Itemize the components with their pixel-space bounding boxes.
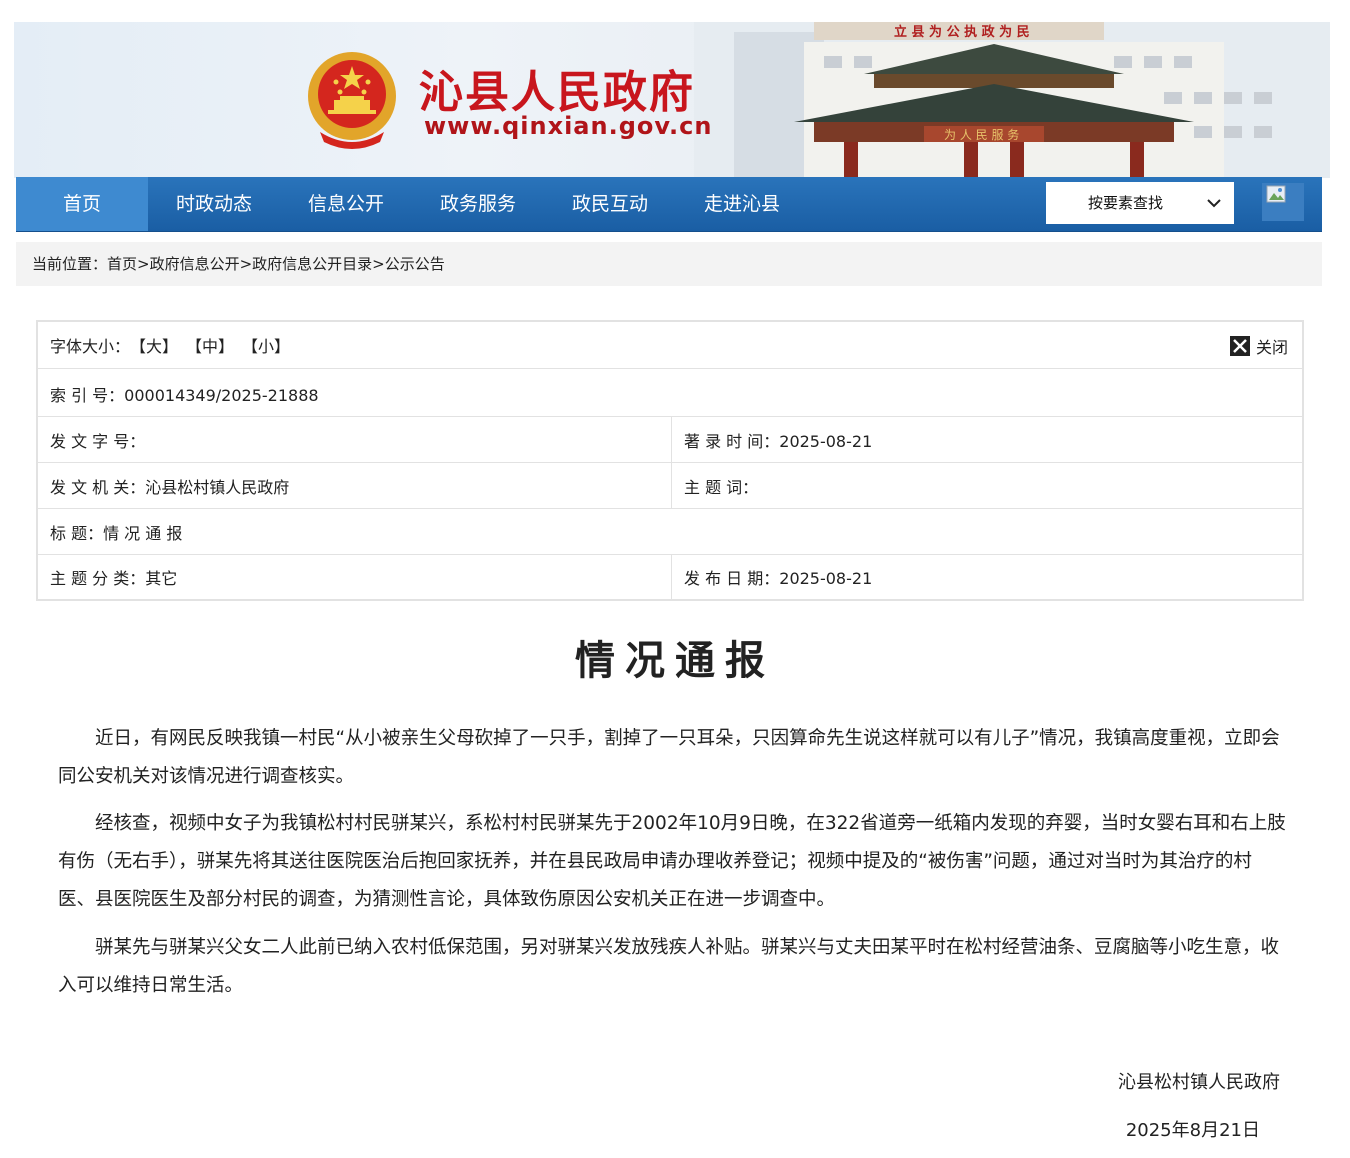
record-time: 著 录 时 间：2025-08-21 (671, 417, 1302, 462)
document-number: 发 文 字 号： (50, 431, 146, 451)
site-banner: 立 县 为 公 执 政 为 民 为 人 民 服 务 沁县人民政府 www.qin… (14, 22, 1330, 178)
search-type-select[interactable]: 按要素查找 (1046, 182, 1234, 224)
publish-date: 发 布 日 期：2025-08-21 (671, 555, 1302, 599)
government-building-image: 立 县 为 公 执 政 为 民 为 人 民 服 务 (694, 22, 1330, 178)
close-button[interactable]: 关闭 (1229, 334, 1288, 358)
nav-item-interaction[interactable]: 政民互动 (544, 177, 676, 231)
search-button[interactable] (1262, 183, 1304, 221)
site-title: 沁县人民政府 (419, 67, 695, 118)
index-number: 索 引 号：000014349/2025-21888 (50, 385, 319, 405)
document-title: 情况通报 (575, 637, 775, 684)
paragraph-2: 经核查，视频中女子为我镇松村村民骈某兴，系松村村民骈某先于2002年10月9日晚… (58, 813, 1286, 910)
meta-row-index: 索 引 号：000014349/2025-21888 (38, 371, 1302, 417)
broken-image-icon (1266, 185, 1286, 203)
signature-issuer: 沁县松村镇人民政府 (1118, 1072, 1280, 1093)
svg-text:立 县 为 公 执 政 为 民: 立 县 为 公 执 政 为 民 (894, 24, 1030, 40)
paragraph-3: 骈某先与骈某兴父女二人此前已纳入农村低保范围，另对骈某兴发放残疾人补贴。骈某兴与… (58, 937, 1280, 996)
nav-item-news[interactable]: 时政动态 (148, 177, 280, 231)
font-size-bar: 字体大小： 【大】 【中】 【小】 关闭 (38, 322, 1302, 369)
nav-item-home[interactable]: 首页 (16, 177, 148, 231)
nav-item-info-disclosure[interactable]: 信息公开 (280, 177, 412, 231)
document-meta-table: 字体大小： 【大】 【中】 【小】 关闭 索 引 号：000014349/202… (36, 320, 1304, 601)
breadcrumb: 当前位置：首页>政府信息公开>政府信息公开目录>公示公告 (16, 242, 1322, 286)
font-small-link[interactable]: 【小】 (242, 333, 290, 357)
font-large-link[interactable]: 【大】 (130, 333, 178, 357)
close-icon (1229, 336, 1250, 356)
signature-date: 2025年8月21日 (1125, 1120, 1260, 1141)
meta-title: 标 题：情 况 通 报 (50, 523, 183, 543)
meta-row-title: 标 题：情 况 通 报 (38, 509, 1302, 555)
nav-item-services[interactable]: 政务服务 (412, 177, 544, 231)
national-emblem-icon (308, 52, 396, 149)
chevron-down-icon (1207, 199, 1221, 208)
font-medium-link[interactable]: 【中】 (186, 333, 234, 357)
paragraph-1: 近日，有网民反映我镇一村民“从小被亲生父母砍掉了一只手，割掉了一只耳朵，只因算命… (58, 728, 1280, 787)
keywords: 主 题 词： (671, 463, 1302, 508)
meta-row-category: 主 题 分 类：其它 发 布 日 期：2025-08-21 (38, 555, 1302, 599)
subject-category: 主 题 分 类：其它 (50, 569, 178, 588)
close-label: 关闭 (1255, 338, 1288, 357)
svg-text:为 人 民 服 务: 为 人 民 服 务 (944, 127, 1019, 142)
nav-item-about[interactable]: 走进沁县 (676, 177, 808, 231)
meta-row-docno: 发 文 字 号： 著 录 时 间：2025-08-21 (38, 417, 1302, 463)
meta-row-issuer: 发 文 机 关：沁县松村镇人民政府 主 题 词： (38, 463, 1302, 509)
site-url: www.qinxian.gov.cn (424, 112, 713, 140)
font-size-label: 字体大小： (50, 337, 131, 356)
issuing-authority: 发 文 机 关：沁县松村镇人民政府 (50, 477, 290, 497)
main-nav: 首页 时政动态 信息公开 政务服务 政民互动 走进沁县 按要素查找 (16, 177, 1322, 232)
search-type-select-value: 按要素查找 (1088, 194, 1164, 212)
